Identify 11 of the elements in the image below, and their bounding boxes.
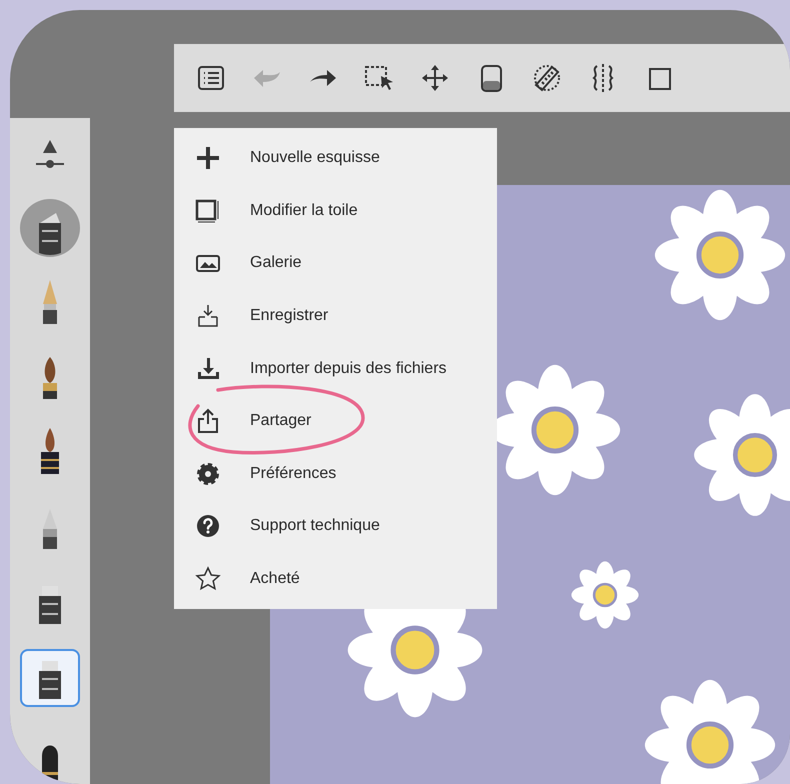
daisy-drawing	[571, 561, 639, 629]
menu-item[interactable]: Modifier la toile	[174, 184, 497, 238]
menu-item[interactable]: Acheté	[174, 552, 497, 606]
menu-item[interactable]: Partager	[174, 394, 497, 448]
menu-item[interactable]: Galerie	[174, 237, 497, 290]
menu-item[interactable]: Support technique	[174, 500, 497, 553]
brush-icon[interactable]	[20, 649, 80, 707]
menu-item[interactable]: Enregistrer	[174, 290, 497, 342]
menu-item[interactable]: Importer depuis des fichiers	[174, 342, 497, 395]
menu-item[interactable]: Nouvelle esquisse	[174, 132, 497, 185]
menu-item[interactable]: Préférences	[174, 448, 497, 500]
